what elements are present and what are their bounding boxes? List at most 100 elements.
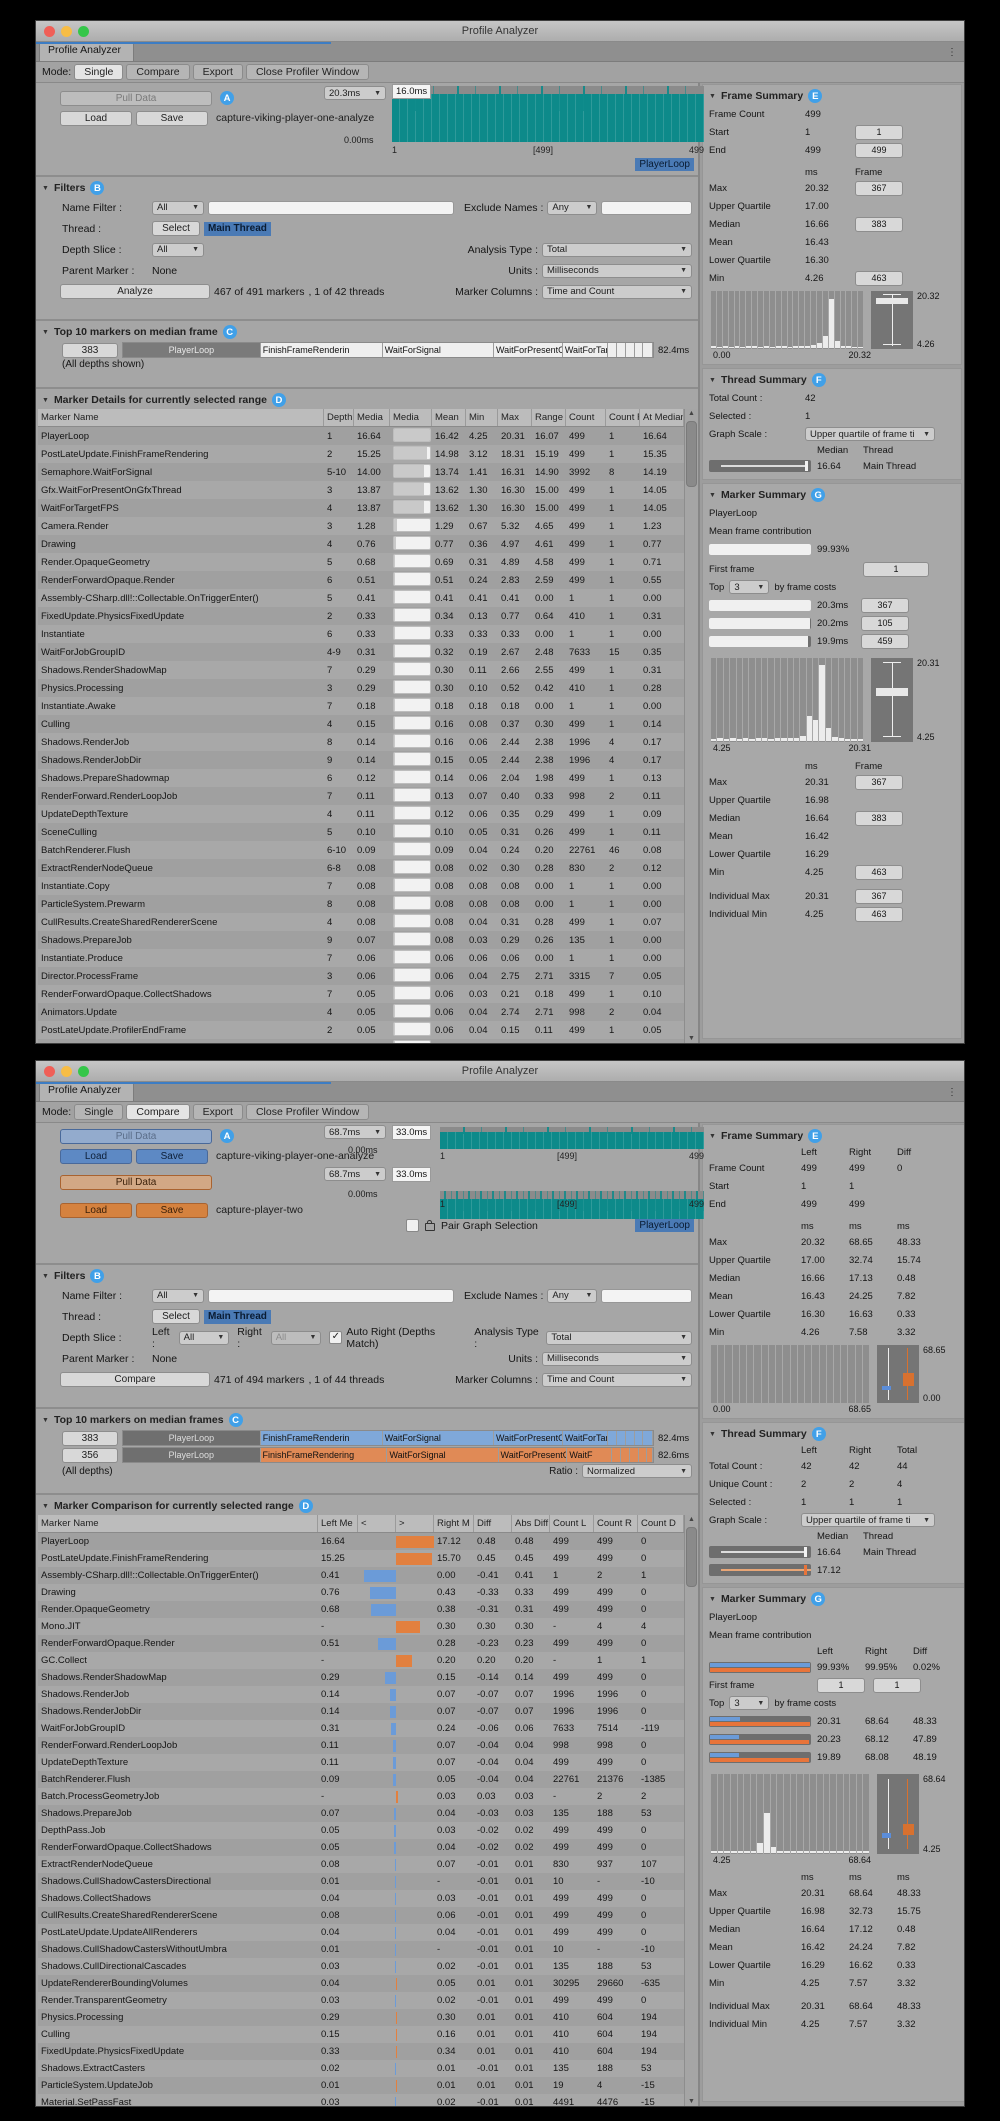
tab-profile-analyzer[interactable]: Profile Analyzer — [39, 1082, 134, 1101]
table-row[interactable]: Shadows.PrepareShadowmap6 0.12 0.140.06 … — [38, 769, 684, 787]
graph-scale-dropdown[interactable]: Upper quartile of frame ti▼ — [801, 1513, 935, 1527]
marker-segment[interactable]: WaitF — [567, 1448, 612, 1462]
zoom-window-icon[interactable] — [78, 26, 89, 37]
table-row[interactable]: PlayerLoop1 16.64 16.424.25 20.3116.07 4… — [38, 427, 684, 445]
table-row[interactable]: Shadows.CullDirectionalCascades0.03 0.02… — [38, 1958, 684, 1975]
table-row[interactable]: RenderForwardOpaque.CollectShadows7 0.05… — [38, 985, 684, 1003]
exclude-names-input[interactable] — [601, 1289, 692, 1303]
marker-segment[interactable] — [617, 343, 626, 357]
frame-time-chart-left[interactable] — [440, 1127, 704, 1149]
table-row[interactable]: DepthPass.Job0.05 0.03-0.02 0.02499 4990 — [38, 1822, 684, 1839]
minimize-window-icon[interactable] — [61, 26, 72, 37]
table-row[interactable]: Instantiate6 0.33 0.330.33 0.330.00 11 0… — [38, 625, 684, 643]
marker-segment[interactable]: PlayerLoop — [123, 343, 261, 357]
frame-jump-button[interactable]: 459 — [861, 634, 909, 649]
table-row[interactable]: Instantiate.Awake7 0.18 0.180.18 0.180.0… — [38, 697, 684, 715]
table-row[interactable]: Shadows.PrepareJob9 0.07 0.080.03 0.290.… — [38, 931, 684, 949]
frame-time-chart[interactable] — [392, 86, 704, 142]
table-row[interactable]: Render.OpaqueGeometry5 0.68 0.690.31 4.8… — [38, 553, 684, 571]
marker-segment[interactable] — [639, 1448, 647, 1462]
export-button[interactable]: Export — [193, 64, 243, 80]
name-filter-input[interactable] — [208, 201, 454, 215]
table-row[interactable]: Mono.JIT- 0.300.30 0.30- 44 — [38, 1618, 684, 1635]
frame-jump-button[interactable]: 383 — [855, 811, 903, 826]
marker-segment[interactable] — [612, 1448, 621, 1462]
top10-marker-bar[interactable]: PlayerLoopFinishFrameRenderinWaitForSign… — [122, 1430, 654, 1446]
collapse-triangle-icon[interactable]: ▼ — [709, 1431, 716, 1438]
load-right-button[interactable]: Load — [60, 1203, 132, 1218]
table-row[interactable]: CullResults.CreateSharedRendererScene0.0… — [38, 1907, 684, 1924]
graph-scale-dropdown[interactable]: Upper quartile of frame ti▼ — [805, 427, 935, 441]
table-row[interactable]: Shadows.RenderShadowMap7 0.29 0.300.11 2… — [38, 661, 684, 679]
table-row[interactable]: Shadows.RenderJob8 0.14 0.160.06 2.442.3… — [38, 733, 684, 751]
load-button[interactable]: Load — [60, 111, 132, 126]
range-dropdown-left[interactable]: 68.7ms▼ — [324, 1125, 386, 1139]
name-filter-dropdown[interactable]: All▼ — [152, 1289, 204, 1303]
table-row[interactable]: Drawing0.76 0.43-0.33 0.33499 4990 — [38, 1584, 684, 1601]
table-row[interactable]: FixedUpdate.PhysicsFixedUpdate2 0.33 0.3… — [38, 607, 684, 625]
table-row[interactable]: RenderForward.RenderLoopJob7 0.11 0.130.… — [38, 787, 684, 805]
table-row[interactable]: ParticleSystem.Prewarm8 0.08 0.080.08 0.… — [38, 895, 684, 913]
marker-segment[interactable] — [617, 1431, 626, 1445]
range-dropdown-right[interactable]: 68.7ms▼ — [324, 1167, 386, 1181]
exclude-names-dropdown[interactable]: Any▼ — [547, 1289, 597, 1303]
thread-chip[interactable]: Main Thread — [204, 222, 271, 236]
table-row[interactable]: Assembly-CSharp.dll!::Collectable.OnTrig… — [38, 589, 684, 607]
first-frame-right-button[interactable]: 1 — [873, 1678, 921, 1693]
table-row[interactable]: RenderForwardOpaque.Render6 0.51 0.510.2… — [38, 571, 684, 589]
save-button[interactable]: Save — [136, 111, 208, 126]
analyze-button[interactable]: Analyze — [60, 284, 210, 299]
marker-segment[interactable] — [626, 343, 635, 357]
depth-left-dropdown[interactable]: All▼ — [179, 1331, 230, 1345]
table-row[interactable]: PostLateUpdate.ProfilerEndFrame2 0.05 0.… — [38, 1021, 684, 1039]
table-row[interactable]: Shadows.RenderJobDir9 0.14 0.150.05 2.44… — [38, 751, 684, 769]
marker-segment[interactable]: WaitForTargetFPS — [563, 343, 608, 357]
frame-jump-button[interactable]: 463 — [855, 907, 903, 922]
median-frame-button[interactable]: 383 — [62, 1431, 118, 1446]
marker-segment[interactable]: FinishFrameRenderin — [261, 1431, 383, 1445]
table-row[interactable]: SceneCulling5 0.10 0.100.05 0.310.26 499… — [38, 823, 684, 841]
median-frame-button[interactable]: 383 — [62, 343, 118, 358]
collapse-triangle-icon[interactable]: ▼ — [709, 1133, 716, 1140]
table-row[interactable]: Batch.ProcessGeometryJob- 0.030.03 0.03-… — [38, 1788, 684, 1805]
thread-chip[interactable]: Main Thread — [204, 1310, 271, 1324]
table-row[interactable]: Instantiate.Copy7 0.08 0.080.08 0.080.00… — [38, 877, 684, 895]
collapse-triangle-icon[interactable]: ▼ — [709, 93, 716, 100]
table-row[interactable]: FixedUpdate.PhysicsFixedUpdate0.33 0.340… — [38, 2043, 684, 2060]
table-row[interactable]: BatchRenderer.Flush6-10 0.09 0.090.04 0.… — [38, 841, 684, 859]
table-row[interactable]: Shadows.PrepareJob0.07 0.04-0.03 0.03135… — [38, 1805, 684, 1822]
marker-segment[interactable] — [630, 1448, 638, 1462]
units-dropdown[interactable]: Milliseconds▼ — [542, 1352, 692, 1366]
details-scrollbar[interactable]: ▲▼ — [684, 409, 698, 1043]
table-row[interactable]: PostLateUpdate.FinishFrameRendering15.25… — [38, 1550, 684, 1567]
table-row[interactable]: PostLateUpdate.FinishFrameRendering2 15.… — [38, 445, 684, 463]
table-row[interactable]: WaitForTargetFPS4 13.87 13.621.30 16.301… — [38, 499, 684, 517]
frame-jump-button[interactable]: 367 — [861, 598, 909, 613]
median-frame-button[interactable]: 356 — [62, 1448, 118, 1463]
marker-columns-dropdown[interactable]: Time and Count▼ — [542, 285, 692, 299]
selected-marker-tag[interactable]: PlayerLoop — [635, 1219, 694, 1232]
marker-segment[interactable] — [643, 1431, 653, 1445]
table-row[interactable]: ExtractRenderNodeQueue6-8 0.08 0.080.02 … — [38, 859, 684, 877]
marker-segment[interactable]: WaitForSignal — [383, 1431, 494, 1445]
analysis-type-dropdown[interactable]: Total▼ — [542, 243, 692, 257]
marker-segment[interactable] — [635, 1431, 643, 1445]
compare-button[interactable]: Compare — [60, 1372, 210, 1387]
table-row[interactable]: RenderForwardOpaque.Render0.51 0.28-0.23… — [38, 1635, 684, 1652]
marker-segment[interactable] — [621, 1448, 630, 1462]
thread-range-slider[interactable] — [709, 1546, 811, 1558]
zoom-window-icon[interactable] — [78, 1066, 89, 1077]
table-row[interactable]: Shadows.RenderJobDir0.14 0.07-0.07 0.071… — [38, 1703, 684, 1720]
table-row[interactable]: Profiler.CollectGlobalStats3 0.05 0.060.… — [38, 1039, 684, 1043]
table-row[interactable]: PostLateUpdate.UpdateAllRenderers0.04 0.… — [38, 1924, 684, 1941]
marker-segment[interactable]: WaitForTargetFPS — [563, 1431, 608, 1445]
thread-select-button[interactable]: Select — [152, 1309, 200, 1324]
table-row[interactable]: Material.SetPassFast0.03 0.02-0.01 0.014… — [38, 2094, 684, 2106]
first-frame-button[interactable]: 1 — [863, 562, 929, 577]
analysis-type-dropdown[interactable]: Total▼ — [546, 1331, 692, 1345]
thread-range-slider[interactable] — [709, 1564, 811, 1576]
units-dropdown[interactable]: Milliseconds▼ — [542, 264, 692, 278]
comparison-scrollbar[interactable]: ▲▼ — [684, 1515, 698, 2106]
save-left-button[interactable]: Save — [136, 1149, 208, 1164]
table-row[interactable]: Render.OpaqueGeometry0.68 0.38-0.31 0.31… — [38, 1601, 684, 1618]
